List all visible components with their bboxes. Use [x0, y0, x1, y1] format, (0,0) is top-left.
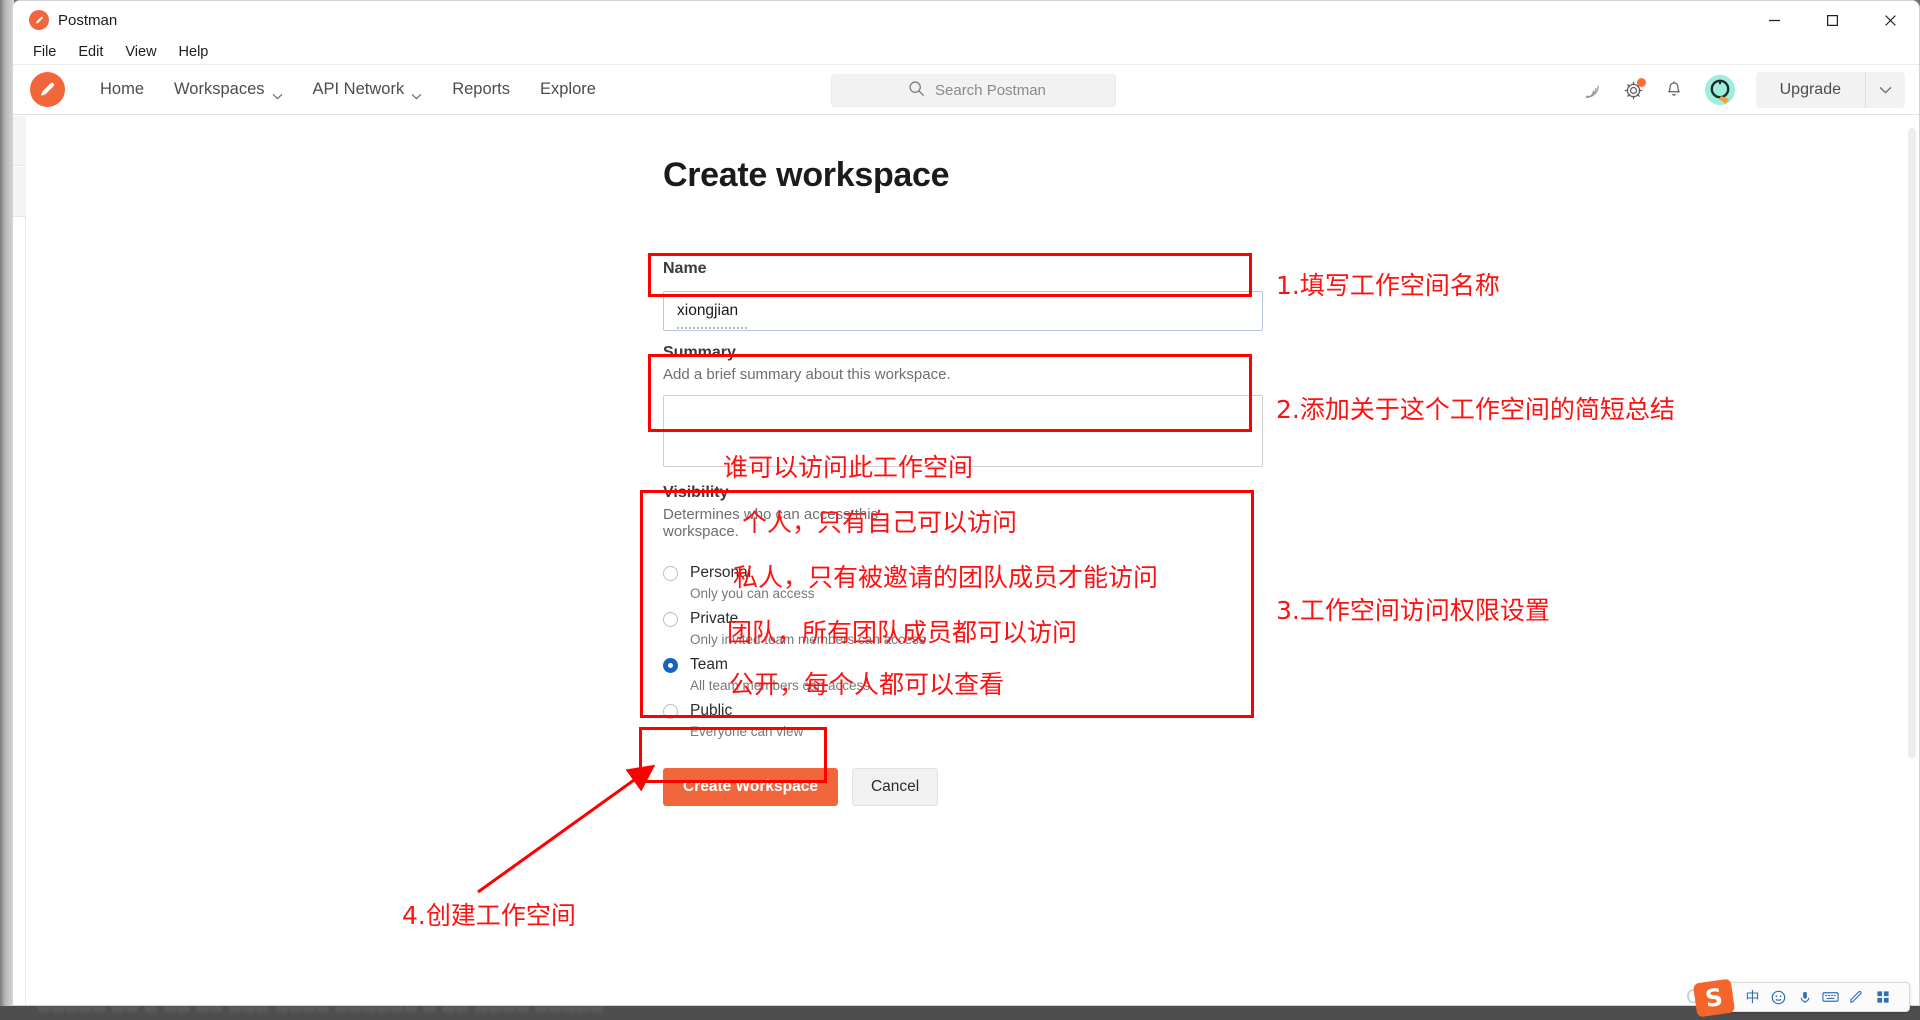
chevron-down-icon [272, 86, 283, 100]
visibility-option-description: Everyone can view [690, 724, 804, 739]
postman-logo-icon [29, 10, 49, 30]
form-actions: Create Workspace Cancel [663, 768, 939, 806]
menu-item-file[interactable]: File [23, 42, 66, 62]
vertical-scrollbar[interactable] [1905, 116, 1919, 1005]
nav-item-explore[interactable]: Explore [527, 73, 609, 106]
annotation-visibility-note: 谁可以访问此工作空间 [723, 453, 974, 482]
settings-gear-icon[interactable] [1614, 70, 1654, 110]
radio-button-selected[interactable] [663, 658, 678, 673]
app-header: Home Workspaces API Network Reports Expl… [13, 65, 1919, 115]
header-actions: Upgrade [1574, 65, 1905, 115]
search-placeholder: Search Postman [935, 82, 1046, 99]
main-nav: Home Workspaces API Network Reports Expl… [87, 73, 609, 106]
radio-button[interactable] [663, 566, 678, 581]
nav-item-workspaces[interactable]: Workspaces [161, 73, 295, 106]
search-icon [908, 80, 925, 102]
menu-item-edit[interactable]: Edit [68, 42, 113, 62]
name-label: Name [663, 260, 707, 277]
screen: ▭▭▭▭▭ ▭▭ ▭ ▭▭ ▭▭ ▭▭▭ ▭▭▭▭ ▭▭▭▭▭▭ ▭ ▭▭ ▭▭… [0, 0, 1920, 1020]
nav-item-label: API Network [312, 80, 405, 98]
close-icon[interactable] [1861, 1, 1919, 39]
upgrade-button[interactable]: Upgrade [1756, 72, 1865, 108]
visibility-option-public[interactable]: Public Everyone can view [663, 702, 949, 739]
annotation-public-note: 公开，每个人都可以查看 [729, 670, 1005, 699]
nav-item-label: Home [100, 80, 145, 98]
annotation-private-note: 私人，只有被邀请的团队成员才能访问 [733, 563, 1159, 592]
cancel-button[interactable]: Cancel [851, 768, 939, 806]
sogou-ime-toolbar[interactable]: S 中 [1692, 978, 1910, 1018]
postman-logo-icon[interactable] [30, 72, 65, 107]
create-workspace-form: Create workspace Name Summary Add a brie… [663, 156, 1263, 806]
radio-button[interactable] [663, 612, 678, 627]
nav-item-reports[interactable]: Reports [439, 73, 523, 106]
ime-language-icon[interactable]: 中 [1741, 986, 1764, 1009]
chevron-down-icon [411, 86, 422, 100]
ime-keyboard-icon[interactable] [1819, 986, 1842, 1009]
settings-badge [1636, 78, 1646, 87]
annotation-step4: 4.创建工作空间 [402, 901, 576, 930]
ime-toolbox-icon[interactable] [1871, 986, 1894, 1009]
collapsed-sidebar[interactable] [13, 116, 26, 1005]
search-input[interactable]: Search Postman [831, 74, 1116, 107]
window-title: Postman [58, 11, 118, 29]
nav-item-label: Workspaces [174, 80, 265, 98]
nav-item-home[interactable]: Home [87, 73, 157, 106]
sogou-logo-icon[interactable]: S [1692, 978, 1736, 1018]
annotation-step2: 2.添加关于这个工作空间的简短总结 [1276, 395, 1675, 424]
menu-item-help[interactable]: Help [169, 42, 219, 62]
sidebar-sliver-segment [13, 167, 26, 217]
nav-item-api-network[interactable]: API Network [300, 73, 436, 106]
annotation-step3: 3.工作空间访问权限设置 [1276, 596, 1550, 625]
notifications-bell-icon[interactable] [1654, 70, 1694, 110]
page-title: Create workspace [663, 156, 950, 194]
annotation-step1: 1.填写工作空间名称 [1276, 271, 1500, 300]
menu-bar: File Edit View Help [13, 39, 1919, 65]
summary-label: Summary [663, 344, 736, 361]
minimize-icon[interactable] [1745, 1, 1803, 39]
annotation-personal-note: 个人，只有自己可以访问 [742, 508, 1018, 537]
workspace-name-input[interactable] [663, 291, 1263, 331]
avatar-image [1704, 75, 1735, 105]
title-bar: Postman [13, 1, 1919, 39]
sidebar-sliver-segment [13, 116, 26, 166]
visibility-label: Visibility [663, 484, 729, 501]
summary-description: Add a brief summary about this workspace… [663, 366, 951, 383]
spellcheck-underline [677, 327, 749, 329]
nav-item-label: Reports [452, 80, 510, 98]
satellite-icon[interactable] [1574, 70, 1614, 110]
upgrade-control: Upgrade [1755, 72, 1905, 108]
name-field-group: Name [663, 260, 1263, 331]
ime-microphone-icon[interactable] [1793, 986, 1816, 1009]
window-controls [1745, 1, 1919, 39]
radio-button[interactable] [663, 704, 678, 719]
chevron-down-icon[interactable] [1865, 72, 1905, 108]
menu-item-view[interactable]: View [115, 42, 166, 62]
user-avatar[interactable] [1700, 70, 1740, 110]
ime-handwriting-icon[interactable] [1845, 986, 1868, 1009]
visibility-option-label: Public [690, 702, 733, 719]
maximize-icon[interactable] [1803, 1, 1861, 39]
visibility-option-label: Team [690, 656, 728, 673]
scrollbar-thumb[interactable] [1908, 128, 1916, 758]
nav-item-label: Explore [539, 80, 596, 98]
ime-emoji-icon[interactable] [1767, 986, 1790, 1009]
create-workspace-button[interactable]: Create Workspace [663, 768, 838, 806]
annotation-team-note: 团队，所有团队成员都可以访问 [727, 618, 1078, 647]
